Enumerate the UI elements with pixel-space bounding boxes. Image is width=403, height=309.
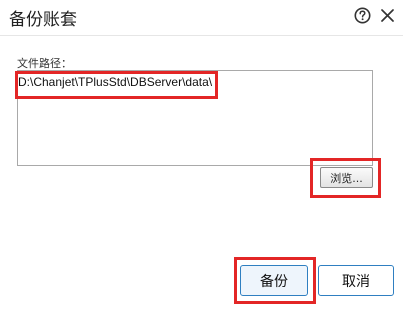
backup-account-dialog: 备份账套 文件路径： D:\Chanjet\TPlusStd\DBServer\…	[0, 0, 403, 309]
path-highlight-box	[15, 71, 218, 99]
file-path-label: 文件路径：	[17, 57, 72, 70]
dialog-title: 备份账套	[9, 10, 77, 30]
dialog-titlebar: 备份账套	[0, 0, 403, 36]
browse-highlight-box	[310, 158, 381, 198]
backup-highlight-box	[234, 257, 316, 304]
cancel-button[interactable]: 取消	[318, 265, 394, 296]
close-icon[interactable]	[380, 8, 395, 23]
help-circle-icon[interactable]	[354, 7, 371, 24]
